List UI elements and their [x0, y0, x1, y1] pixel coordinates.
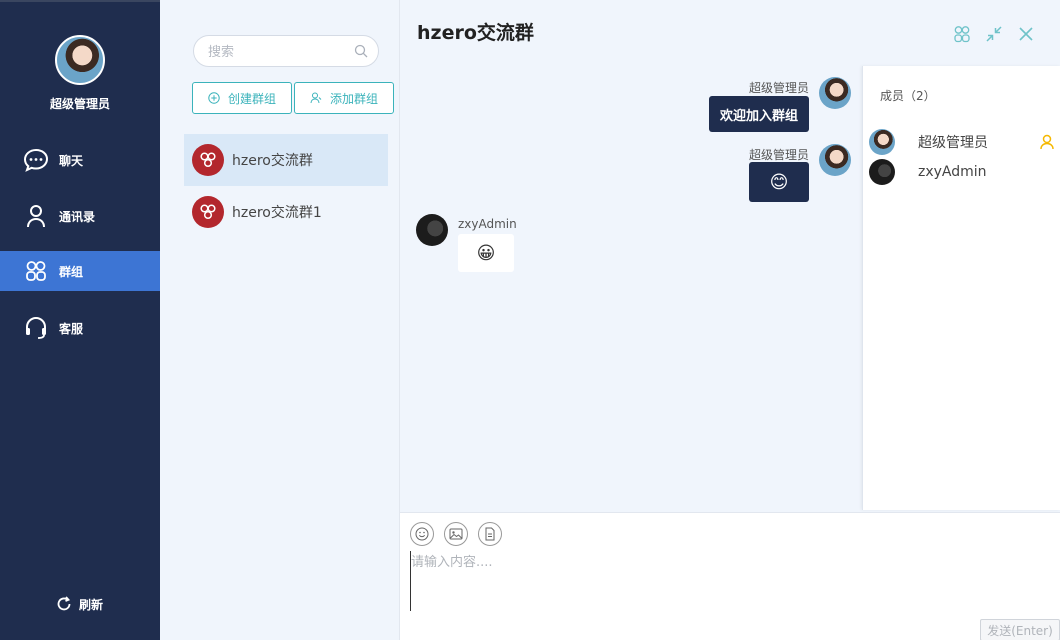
person-icon [23, 203, 49, 229]
sidebar-item-label: 客服 [59, 321, 84, 336]
group-list-pane: 创建群组 添加群组 hzero交流群 hzero交流群1 [160, 0, 400, 640]
emoji-icon[interactable] [410, 522, 434, 546]
group-avatar-icon [192, 196, 224, 228]
refresh-button[interactable]: 刷新 [55, 594, 103, 614]
composer: 发送(Enter) [400, 512, 1060, 640]
sidebar-item-chat[interactable]: 聊天 [0, 140, 160, 180]
avatar[interactable] [819, 77, 851, 109]
sidebar-item-contacts[interactable]: 通讯录 [0, 196, 160, 236]
close-icon[interactable] [1016, 24, 1036, 44]
send-button[interactable]: 发送(Enter) [980, 619, 1060, 640]
add-person-icon [310, 92, 322, 104]
refresh-icon [55, 594, 73, 614]
headset-icon [23, 315, 49, 341]
group-avatar-icon [192, 144, 224, 176]
sidebar-item-groups[interactable]: 群组 [0, 251, 160, 291]
group-item[interactable]: hzero交流群1 [184, 186, 388, 238]
user-avatar[interactable] [55, 35, 105, 85]
plus-circle-icon [208, 92, 220, 104]
chat-header: hzero交流群 [400, 0, 1060, 64]
members-panel: 成员（2） 超级管理员 zxyAdmin [862, 66, 1060, 510]
member-item[interactable]: 超级管理员 [869, 129, 1055, 155]
message-bubble: 😊 [749, 162, 809, 202]
avatar[interactable] [416, 214, 448, 246]
search-box[interactable] [193, 35, 379, 67]
group-name: hzero交流群 [232, 153, 313, 169]
add-group-label: 添加群组 [329, 91, 378, 106]
sidebar-item-label: 群组 [59, 264, 84, 279]
file-icon[interactable] [478, 522, 502, 546]
message-sender: zxyAdmin [458, 217, 517, 231]
chat-title: hzero交流群 [417, 22, 534, 44]
avatar[interactable] [819, 144, 851, 176]
sidebar: 超级管理员 聊天 通讯录 群组 客服 刷新 [0, 0, 160, 640]
message-sender: 超级管理员 [749, 81, 810, 95]
avatar [869, 159, 895, 185]
user-name: 超级管理员 [49, 97, 110, 111]
search-input[interactable] [208, 43, 348, 61]
owner-icon [1039, 134, 1055, 150]
group-name: hzero交流群1 [232, 205, 322, 221]
message-bubble: 😀 [458, 234, 514, 272]
member-item[interactable]: zxyAdmin [869, 159, 1055, 185]
minimize-icon[interactable] [984, 24, 1004, 44]
message-sender: 超级管理员 [749, 148, 810, 162]
refresh-label: 刷新 [79, 597, 104, 612]
member-name: zxyAdmin [918, 164, 987, 180]
members-title: 成员（2） [880, 89, 936, 103]
group-icon [23, 258, 49, 284]
message-bubble: 欢迎加入群组 [709, 96, 809, 132]
chat-bubble-icon [23, 147, 49, 173]
sidebar-item-support[interactable]: 客服 [0, 308, 160, 348]
message-input[interactable] [410, 551, 1050, 611]
member-name: 超级管理员 [918, 135, 988, 151]
group-item[interactable]: hzero交流群 [184, 134, 388, 186]
members-toggle-icon[interactable] [952, 24, 972, 44]
add-group-button[interactable]: 添加群组 [294, 82, 394, 114]
create-group-label: 创建群组 [227, 91, 276, 106]
search-icon[interactable] [354, 44, 368, 58]
sidebar-item-label: 聊天 [59, 153, 84, 168]
sidebar-item-label: 通讯录 [59, 209, 96, 224]
create-group-button[interactable]: 创建群组 [192, 82, 292, 114]
avatar [869, 129, 895, 155]
image-icon[interactable] [444, 522, 468, 546]
